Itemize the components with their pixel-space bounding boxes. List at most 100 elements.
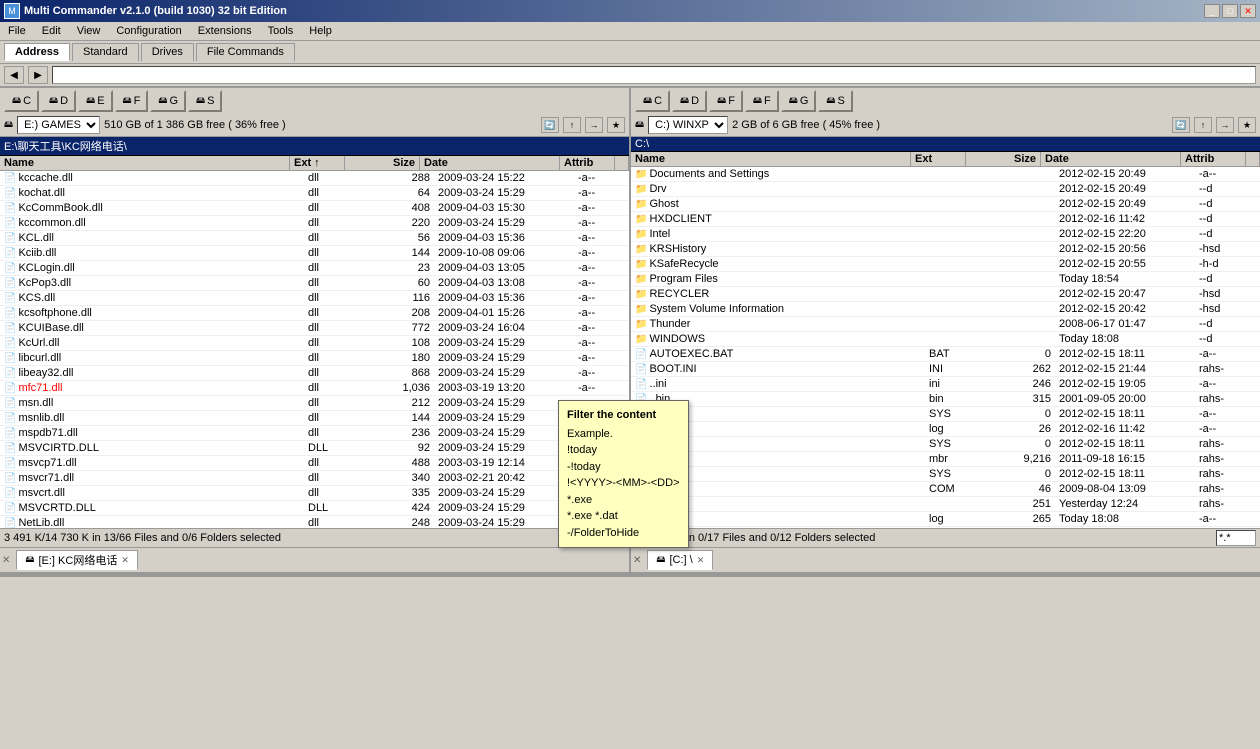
right-file-row[interactable]: 📁WINDOWS Today 18:08 --d bbox=[631, 332, 1260, 347]
left-drive-c[interactable]: 🖴C bbox=[4, 90, 39, 112]
menu-view[interactable]: View bbox=[73, 24, 105, 38]
left-col-name[interactable]: Name bbox=[0, 156, 290, 170]
right-file-row[interactable]: 📄..251 251 Yesterday 12:24 rahs- bbox=[631, 497, 1260, 512]
menu-file[interactable]: File bbox=[4, 24, 30, 38]
left-file-row[interactable]: 📄NetLib.dll dll 248 2009-03-24 15:29 -a-… bbox=[0, 516, 629, 528]
menu-extensions[interactable]: Extensions bbox=[194, 24, 256, 38]
tab-address[interactable]: Address bbox=[4, 43, 70, 61]
left-drive-select[interactable]: E:) GAMES bbox=[17, 116, 100, 134]
left-file-row[interactable]: 📄msvcp71.dll dll 488 2003-03-19 12:14 -a… bbox=[0, 456, 629, 471]
left-file-row[interactable]: 📄libcurl.dll dll 180 2009-03-24 15:29 -a… bbox=[0, 351, 629, 366]
left-tab-close-btn[interactable]: ✕ bbox=[2, 555, 10, 566]
right-drive-g[interactable]: 🖴G bbox=[781, 90, 817, 112]
menu-configuration[interactable]: Configuration bbox=[112, 24, 185, 38]
right-refresh-btn[interactable]: 🔄 bbox=[1172, 117, 1190, 133]
right-file-row[interactable]: 📄..SYS SYS 0 2012-02-15 18:11 rahs- bbox=[631, 437, 1260, 452]
right-file-row[interactable]: 📁Ghost 2012-02-15 20:49 --d bbox=[631, 197, 1260, 212]
right-file-row[interactable]: 📄BOOT.INI INI 262 2012-02-15 21:44 rahs- bbox=[631, 362, 1260, 377]
right-col-size[interactable]: Size bbox=[966, 152, 1041, 166]
right-file-row[interactable]: 📁KRSHistory 2012-02-15 20:56 -hsd bbox=[631, 242, 1260, 257]
left-up-btn[interactable]: ↑ bbox=[563, 117, 581, 133]
left-file-row[interactable]: 📄KCS.dll dll 116 2009-04-03 15:36 -a-- bbox=[0, 291, 629, 306]
left-file-row[interactable]: 📄MSVCIRTD.DLL DLL 92 2009-03-24 15:29 -a… bbox=[0, 441, 629, 456]
right-file-row[interactable]: 📁Documents and Settings 2012-02-15 20:49… bbox=[631, 167, 1260, 182]
left-forward-btn[interactable]: → bbox=[585, 117, 603, 133]
left-drive-g[interactable]: 🖴G bbox=[150, 90, 186, 112]
right-file-row[interactable]: 📁HXDCLIENT 2012-02-16 11:42 --d bbox=[631, 212, 1260, 227]
right-drive-s[interactable]: 🖴S bbox=[818, 90, 852, 112]
right-drive-select[interactable]: C:) WINXP bbox=[648, 116, 728, 134]
right-drive-c[interactable]: 🖴C bbox=[635, 90, 670, 112]
left-file-list[interactable]: 📄kccache.dll dll 288 2009-03-24 15:22 -a… bbox=[0, 171, 629, 528]
addr-forward-button[interactable]: ▶ bbox=[28, 66, 48, 84]
left-drive-s[interactable]: 🖴S bbox=[188, 90, 222, 112]
tab-file-commands[interactable]: File Commands bbox=[196, 43, 295, 61]
right-up-btn[interactable]: ↑ bbox=[1194, 117, 1212, 133]
right-file-row[interactable]: 📁Thunder 2008-06-17 01:47 --d bbox=[631, 317, 1260, 332]
left-file-row[interactable]: 📄kccache.dll dll 288 2009-03-24 15:22 -a… bbox=[0, 171, 629, 186]
right-file-row[interactable]: 📁Drv 2012-02-15 20:49 --d bbox=[631, 182, 1260, 197]
maximize-button[interactable]: □ bbox=[1222, 4, 1238, 18]
left-refresh-btn[interactable]: 🔄 bbox=[541, 117, 559, 133]
right-file-row[interactable]: 📁System Volume Information 2012-02-15 20… bbox=[631, 302, 1260, 317]
left-file-row[interactable]: 📄KcUrl.dll dll 108 2009-03-24 15:29 -a-- bbox=[0, 336, 629, 351]
right-file-row[interactable]: 📄..SYS SYS 0 2012-02-15 18:11 rahs- bbox=[631, 467, 1260, 482]
left-file-row[interactable]: 📄kccommon.dll dll 220 2009-03-24 15:29 -… bbox=[0, 216, 629, 231]
menu-help[interactable]: Help bbox=[305, 24, 336, 38]
left-file-row[interactable]: 📄kochat.dll dll 64 2009-03-24 15:29 -a-- bbox=[0, 186, 629, 201]
right-file-row[interactable]: 📄..log log 26 2012-02-16 11:42 -a-- bbox=[631, 422, 1260, 437]
right-tab-x-btn[interactable]: ✕ bbox=[697, 555, 705, 566]
tab-standard[interactable]: Standard bbox=[72, 43, 139, 61]
right-file-row[interactable]: 📁Intel 2012-02-15 22:20 --d bbox=[631, 227, 1260, 242]
right-filter-input[interactable] bbox=[1216, 530, 1256, 546]
right-col-attrib[interactable]: Attrib bbox=[1181, 152, 1246, 166]
left-drive-d[interactable]: 🖴D bbox=[41, 90, 76, 112]
right-file-row[interactable]: 📄AUTOEXEC.BAT BAT 0 2012-02-15 18:11 -a-… bbox=[631, 347, 1260, 362]
left-drive-f[interactable]: 🖴F bbox=[115, 90, 149, 112]
menu-tools[interactable]: Tools bbox=[264, 24, 298, 38]
left-col-date[interactable]: Date bbox=[420, 156, 560, 170]
right-col-name[interactable]: Name bbox=[631, 152, 911, 166]
left-col-attrib[interactable]: Attrib bbox=[560, 156, 615, 170]
right-col-ext[interactable]: Ext bbox=[911, 152, 966, 166]
right-file-row[interactable]: 📁KSafeRecycle 2012-02-15 20:55 -h-d bbox=[631, 257, 1260, 272]
left-tab-item[interactable]: 🖴 [E:] KC网络电话 ✕ bbox=[16, 550, 137, 570]
left-file-row[interactable]: 📄mfc71.dll dll 1,036 2003-03-19 13:20 -a… bbox=[0, 381, 629, 396]
left-col-ext[interactable]: Ext ↑ bbox=[290, 156, 345, 170]
left-bookmark-btn[interactable]: ★ bbox=[607, 117, 625, 133]
right-file-row[interactable]: 📄..bin bin 315 2001-09-05 20:00 rahs- bbox=[631, 392, 1260, 407]
right-file-row[interactable]: 📄..COM COM 46 2009-08-04 13:09 rahs- bbox=[631, 482, 1260, 497]
right-file-row[interactable]: 📁RECYCLER 2012-02-15 20:47 -hsd bbox=[631, 287, 1260, 302]
right-tab-item[interactable]: 🖴 [C:] \ ✕ bbox=[647, 550, 713, 570]
left-file-row[interactable]: 📄KCLogin.dll dll 23 2009-04-03 13:05 -a-… bbox=[0, 261, 629, 276]
left-file-row[interactable]: 📄kcsoftphone.dll dll 208 2009-04-01 15:2… bbox=[0, 306, 629, 321]
right-drive-f2[interactable]: 🖴F bbox=[745, 90, 779, 112]
left-drive-e[interactable]: 🖴E bbox=[78, 90, 112, 112]
left-file-row[interactable]: 📄KcPop3.dll dll 60 2009-04-03 13:08 -a-- bbox=[0, 276, 629, 291]
left-file-row[interactable]: 📄Kciib.dll dll 144 2009-10-08 09:06 -a-- bbox=[0, 246, 629, 261]
left-tab-x-btn[interactable]: ✕ bbox=[121, 555, 129, 566]
left-file-row[interactable]: 📄KCL.dll dll 56 2009-04-03 15:36 -a-- bbox=[0, 231, 629, 246]
right-drive-d[interactable]: 🖴D bbox=[672, 90, 707, 112]
left-file-row[interactable]: 📄msvcr71.dll dll 340 2003-02-21 20:42 -a… bbox=[0, 471, 629, 486]
tab-drives[interactable]: Drives bbox=[141, 43, 194, 61]
right-file-row[interactable]: 📁Program Files Today 18:54 --d bbox=[631, 272, 1260, 287]
close-button[interactable]: ✕ bbox=[1240, 4, 1256, 18]
right-forward-btn[interactable]: → bbox=[1216, 117, 1234, 133]
right-bookmark-btn[interactable]: ★ bbox=[1238, 117, 1256, 133]
left-file-row[interactable]: 📄mspdb71.dll dll 236 2009-03-24 15:29 -a… bbox=[0, 426, 629, 441]
addr-back-button[interactable]: ◀ bbox=[4, 66, 24, 84]
right-drive-f[interactable]: 🖴F bbox=[709, 90, 743, 112]
right-file-row[interactable]: 📄..ini ini 246 2012-02-15 19:05 -a-- bbox=[631, 377, 1260, 392]
right-file-list[interactable]: 📁Documents and Settings 2012-02-15 20:49… bbox=[631, 167, 1260, 528]
minimize-button[interactable]: _ bbox=[1204, 4, 1220, 18]
left-file-row[interactable]: 📄libeay32.dll dll 868 2009-03-24 15:29 -… bbox=[0, 366, 629, 381]
left-file-row[interactable]: 📄msn.dll dll 212 2009-03-24 15:29 -a-- bbox=[0, 396, 629, 411]
right-file-row[interactable]: 📄..mbr mbr 9,216 2011-09-18 16:15 rahs- bbox=[631, 452, 1260, 467]
right-col-date[interactable]: Date bbox=[1041, 152, 1181, 166]
left-file-row[interactable]: 📄MSVCRTD.DLL DLL 424 2009-03-24 15:29 -a… bbox=[0, 501, 629, 516]
left-file-row[interactable]: 📄KcCommBook.dll dll 408 2009-04-03 15:30… bbox=[0, 201, 629, 216]
left-file-row[interactable]: 📄msvcrt.dll dll 335 2009-03-24 15:29 -a-… bbox=[0, 486, 629, 501]
left-file-row[interactable]: 📄KCUIBase.dll dll 772 2009-03-24 16:04 -… bbox=[0, 321, 629, 336]
left-file-row[interactable]: 📄msnlib.dll dll 144 2009-03-24 15:29 -a-… bbox=[0, 411, 629, 426]
